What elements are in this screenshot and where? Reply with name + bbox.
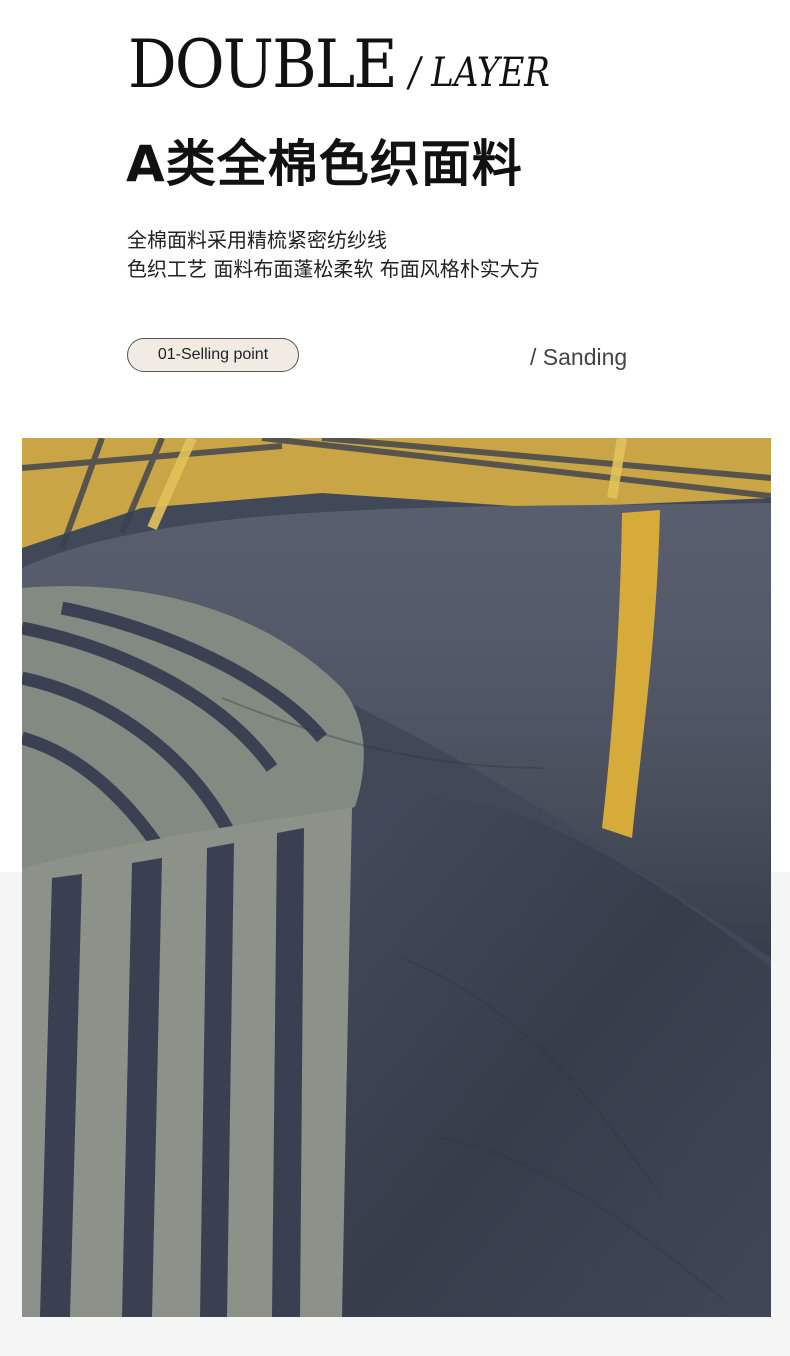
page-title: A类全棉色织面料 — [126, 135, 523, 193]
selling-point-badge: 01-Selling point — [127, 338, 299, 372]
fabric-illustration — [22, 438, 771, 1317]
brand-subtitle: / LAYER — [409, 50, 551, 96]
feature-tag: / Sanding — [530, 344, 628, 370]
description-line: 色织工艺 面料布面蓬松柔软 布面风格朴实大方 — [127, 257, 540, 281]
brand-heading: DOUBLE / LAYER — [128, 28, 575, 100]
fabric-photo — [22, 438, 771, 1317]
brand-title: DOUBLE — [128, 26, 398, 103]
description-line: 全棉面料采用精梳紧密纺纱线 — [127, 228, 387, 252]
description: 全棉面料采用精梳紧密纺纱线 色织工艺 面料布面蓬松柔软 布面风格朴实大方 — [127, 226, 540, 284]
